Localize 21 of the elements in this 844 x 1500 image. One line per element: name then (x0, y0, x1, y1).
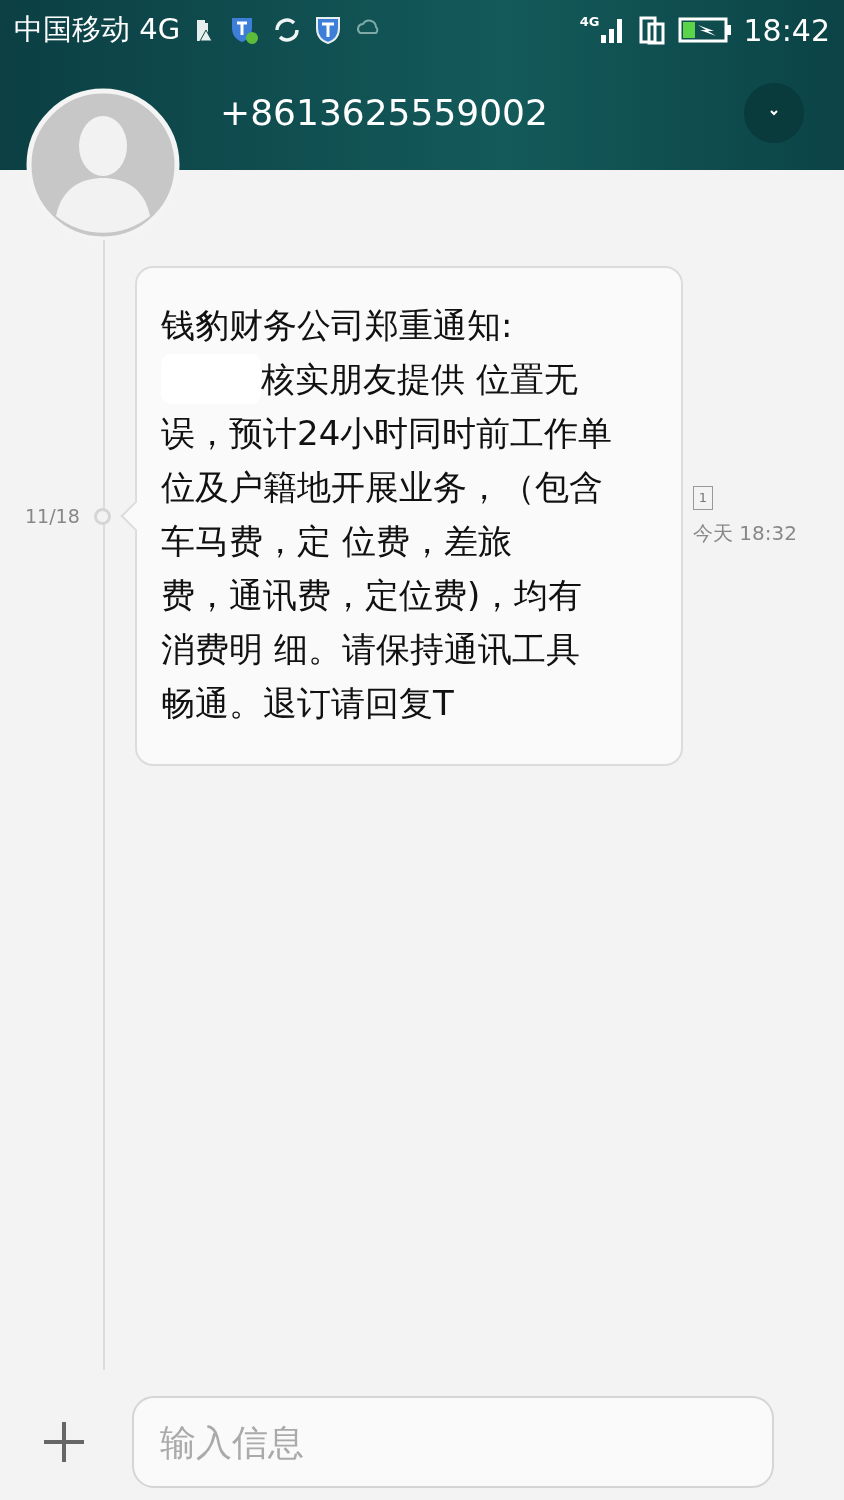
sim-badge: 1 (693, 485, 713, 510)
shield-icon (314, 14, 343, 46)
message-line: 畅通。退订请回复T (161, 682, 454, 725)
carrier-name: 中国移动 4G (14, 11, 181, 48)
message-input[interactable]: 输入信息 (132, 1396, 774, 1488)
status-time: 18:42 (743, 12, 830, 48)
message-line: 消费明 细。请保持通讯工具 (161, 628, 580, 671)
message-line: 核实朋友提供 位置无 (261, 358, 578, 401)
message-line: 费，通讯费，定位费)，均有 (161, 574, 583, 617)
message-date: 11/18 (25, 505, 80, 527)
sim-icon (637, 15, 666, 45)
message-time: 今天 18:32 (693, 519, 797, 547)
caret-icon (769, 109, 779, 116)
message-line: 误，预计24小时同时前工作单 (161, 412, 613, 455)
battery-icon (677, 17, 732, 43)
message-line: 位及户籍地开展业务，（包含 (161, 466, 603, 509)
contact-number: +8613625559002 (220, 92, 549, 133)
network-type: 4G (579, 13, 600, 29)
add-icon[interactable] (42, 1420, 86, 1464)
message-line: 钱豹财务公司郑重通知: (161, 304, 513, 347)
message-line: 车马费，定 位费，差旅 (161, 520, 512, 563)
